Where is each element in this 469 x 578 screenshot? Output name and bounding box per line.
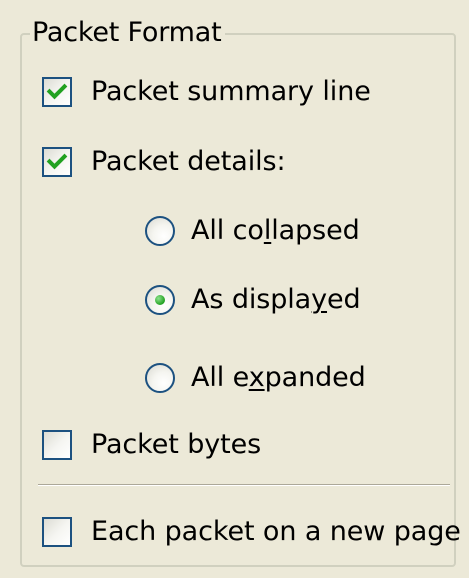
each-packet-new-page-option[interactable]: Each packet on a new page	[42, 516, 461, 548]
all-collapsed-label-text: All co	[191, 215, 264, 246]
packet-summary-line-label: Packet summary line	[91, 76, 371, 107]
packet-bytes-label: Packet bytes	[91, 429, 262, 460]
all-expanded-label-text: All e	[191, 362, 249, 393]
all-collapsed-label: All collapsed	[191, 215, 360, 247]
each-packet-new-page-label: Each packet on a new page	[91, 516, 461, 547]
as-displayed-option[interactable]: As displayed	[145, 284, 361, 316]
packet-details-checkbox[interactable]	[42, 147, 72, 177]
options-divider	[38, 484, 450, 486]
all-expanded-label: All expanded	[191, 362, 366, 394]
all-collapsed-option[interactable]: All collapsed	[145, 215, 360, 247]
all-expanded-option[interactable]: All expanded	[145, 362, 366, 394]
packet-summary-line-checkbox[interactable]	[42, 77, 72, 107]
check-mark-icon	[46, 83, 68, 100]
as-displayed-label: As displayed	[191, 284, 361, 316]
all-collapsed-label-rest: lapsed	[271, 215, 360, 246]
all-expanded-radio[interactable]	[145, 363, 175, 393]
all-expanded-label-rest: panded	[264, 362, 366, 393]
packet-summary-line-option[interactable]: Packet summary line	[42, 76, 371, 108]
as-displayed-mnemonic: y	[311, 284, 328, 315]
packet-details-label: Packet details:	[91, 146, 286, 177]
as-displayed-radio[interactable]	[145, 285, 175, 315]
all-expanded-mnemonic: x	[248, 362, 265, 393]
packet-bytes-checkbox[interactable]	[42, 430, 72, 460]
packet-details-option[interactable]: Packet details:	[42, 146, 286, 178]
as-displayed-label-rest: ed	[327, 284, 361, 315]
packet-bytes-option[interactable]: Packet bytes	[42, 429, 261, 461]
as-displayed-label-text: As displa	[191, 284, 312, 315]
radio-dot-icon	[155, 295, 165, 305]
all-collapsed-radio[interactable]	[145, 216, 175, 246]
check-mark-icon	[46, 153, 68, 170]
each-packet-new-page-checkbox[interactable]	[42, 517, 72, 547]
packet-format-group-title: Packet Format	[30, 18, 226, 48]
